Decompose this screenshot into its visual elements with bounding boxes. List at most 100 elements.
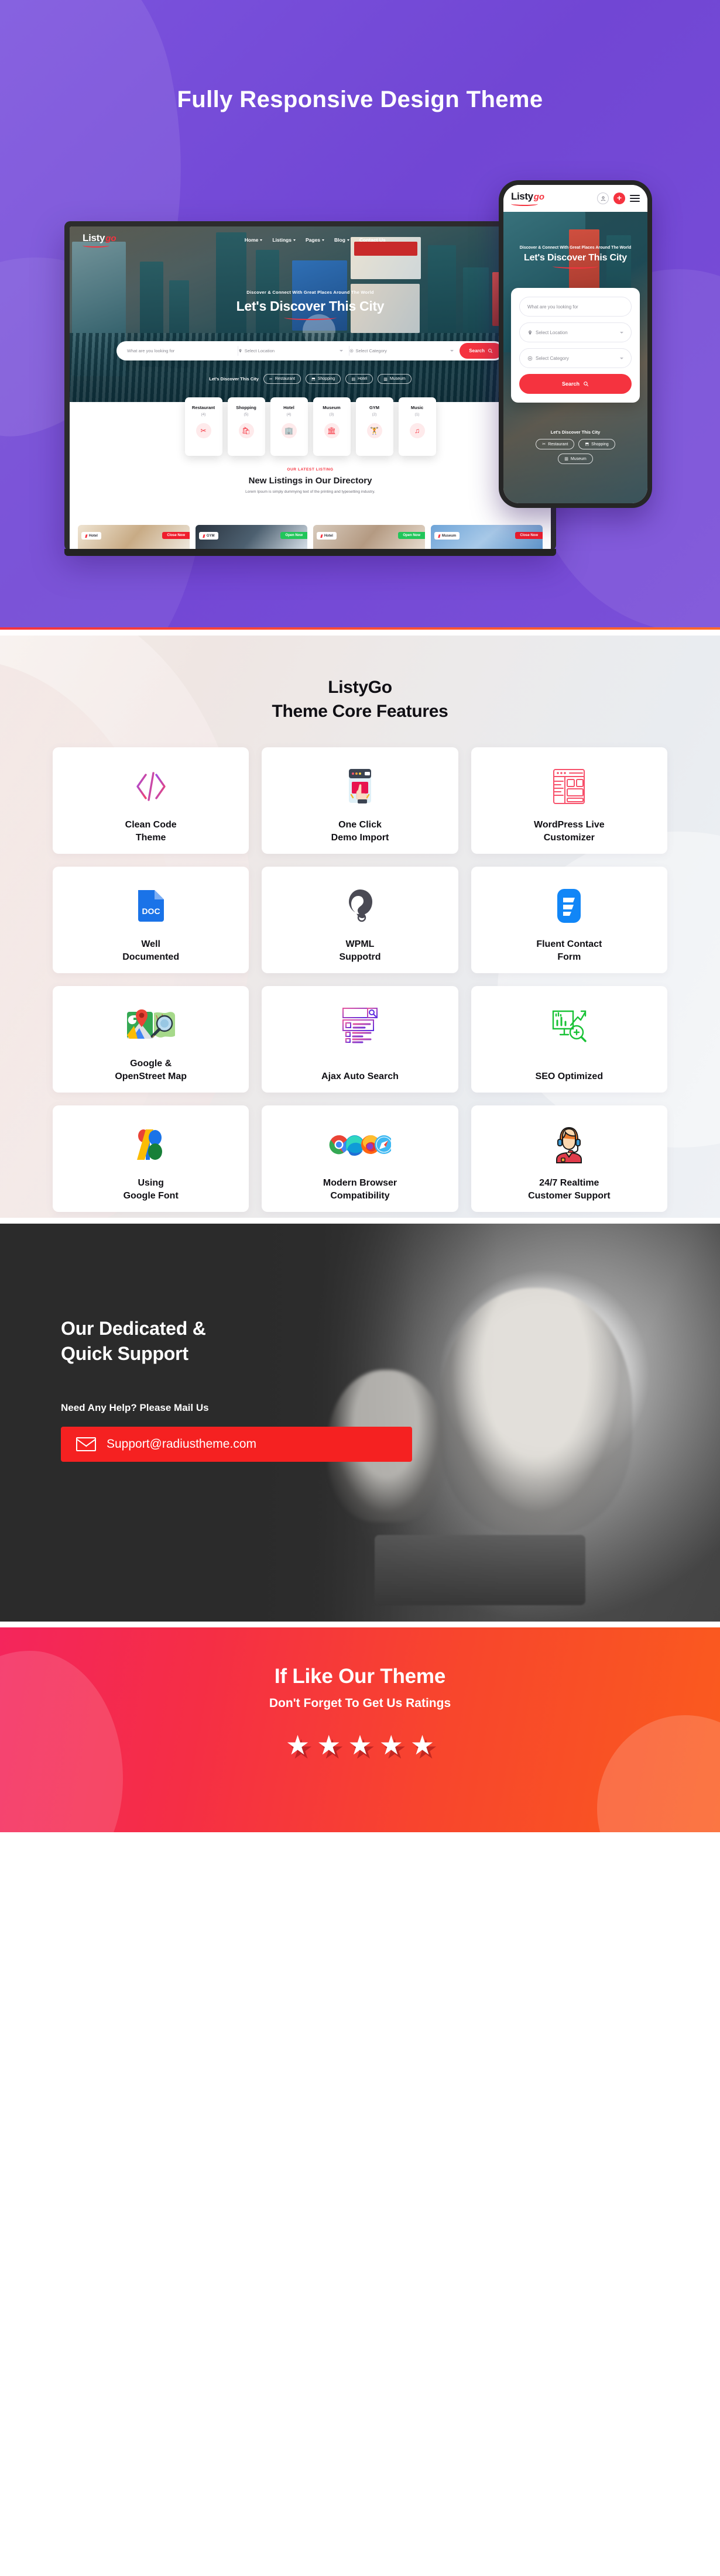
chip-label: Museum — [390, 377, 406, 381]
feature-label: Well Documented — [122, 938, 179, 964]
category-card[interactable]: Museum (3) 🏛 — [313, 397, 351, 456]
chevron-down-icon — [620, 332, 623, 334]
search-category-select[interactable]: Select Category — [349, 346, 460, 356]
category-card[interactable]: Music (1) ♫ — [399, 397, 436, 456]
search-location-select[interactable]: Select Location — [238, 346, 349, 356]
chip-label: Restaurant — [548, 442, 568, 446]
feature-card-one-click-demo-import[interactable]: One Click Demo Import — [262, 747, 458, 854]
star-icon[interactable]: ★ — [379, 1732, 403, 1758]
hamburger-menu-icon[interactable] — [630, 195, 640, 201]
feature-card-google-openstreet-map[interactable]: Google & OpenStreet Map — [53, 986, 249, 1093]
user-account-icon[interactable] — [597, 193, 609, 204]
listing-category-label: Hotel — [89, 534, 98, 538]
support-title: Our Dedicated & Quick Support — [61, 1316, 720, 1366]
chip-museum[interactable]: ▥Museum — [558, 454, 592, 464]
building-icon: 🏢 — [282, 423, 297, 438]
menu-label: Listings — [272, 237, 292, 243]
category-marker-icon: ▮ — [203, 534, 205, 538]
feature-label: Modern Browser Compatibility — [323, 1177, 397, 1203]
star-icon[interactable]: ★ — [317, 1732, 341, 1758]
listing-category-badge: ▮Museum — [434, 532, 460, 540]
feature-label: One Click Demo Import — [331, 819, 389, 844]
search-icon — [488, 348, 493, 353]
desktop-navbar: Listy go Home Listings Pages Blog Contac… — [70, 226, 551, 253]
feature-card-using-google-font[interactable]: Using Google Font — [53, 1105, 249, 1212]
hero-title: Fully Responsive Design Theme — [0, 0, 720, 113]
feature-card-wordpress-live-customizer[interactable]: WordPress Live Customizer — [471, 747, 667, 854]
desktop-category-cards: Restaurant (4) ✂ Shopping (5) 🛍 Hotel (4… — [70, 397, 551, 456]
mobile-search-button-label: Search — [562, 381, 580, 387]
feature-card-modern-browser-compatibility[interactable]: Modern Browser Compatibility — [262, 1105, 458, 1212]
feature-card-seo-optimized[interactable]: SEO Optimized — [471, 986, 667, 1093]
star-icon[interactable]: ★ — [286, 1732, 310, 1758]
listing-category-badge: ▮Hotel — [81, 532, 101, 540]
location-pin-icon — [238, 349, 242, 353]
envelope-icon — [76, 1437, 96, 1451]
mobile-logo[interactable]: Listy go — [511, 191, 544, 206]
menu-label: Home — [245, 237, 259, 243]
feature-card-247-realtime-customer-support[interactable]: 24/7 Realtime Customer Support — [471, 1105, 667, 1212]
desktop-latest-listing-header: OUR LATEST LISTING New Listings in Our D… — [70, 468, 551, 494]
category-card[interactable]: Shopping (5) 🛍 — [228, 397, 265, 456]
category-card[interactable]: GYM (2) 🏋 — [356, 397, 393, 456]
mobile-search-category-select[interactable]: Select Category — [519, 348, 632, 368]
chip-icon-museum: ▥ — [383, 377, 388, 382]
desktop-search-button[interactable]: Search — [460, 343, 502, 359]
desktop-hero-banner: Listy go Home Listings Pages Blog Contac… — [70, 226, 551, 402]
listing-status-badge: Open Now — [280, 532, 307, 539]
search-icon — [583, 381, 589, 387]
chip-label: Hotel — [358, 377, 367, 381]
latest-listing-heading: New Listings in Our Directory — [70, 476, 551, 486]
star-rating[interactable]: ★ ★ ★ ★ ★ — [0, 1732, 720, 1758]
menu-item-contact-us[interactable]: Contact Us — [359, 237, 386, 243]
menu-item-home[interactable]: Home — [245, 237, 263, 243]
listing-status-badge: Open Now — [398, 532, 425, 539]
chip-restaurant[interactable]: ✂Restaurant — [536, 439, 574, 449]
category-card[interactable]: Restaurant (4) ✂ — [185, 397, 222, 456]
google-fonts-icon — [134, 1123, 168, 1166]
support-section: Our Dedicated & Quick Support Need Any H… — [0, 1224, 720, 1622]
chip-shopping[interactable]: ⬒Shopping — [578, 439, 615, 449]
feature-card-ajax-auto-search[interactable]: Ajax Auto Search — [262, 986, 458, 1093]
search-keyword-input[interactable]: What are you looking for — [127, 346, 238, 356]
add-listing-plus-icon[interactable]: + — [613, 193, 625, 204]
chip-museum[interactable]: ▥Museum — [378, 374, 411, 384]
category-name: Restaurant — [192, 405, 215, 410]
menu-item-blog[interactable]: Blog — [334, 237, 349, 243]
menu-item-pages[interactable]: Pages — [306, 237, 324, 243]
mobile-chip-row-2: ▥Museum — [503, 454, 647, 464]
feature-card-wpml-supported[interactable]: WPML Suppotrd — [262, 867, 458, 973]
mobile-search-location-select[interactable]: Select Location — [519, 322, 632, 342]
menu-item-listings[interactable]: Listings — [272, 237, 296, 243]
listing-card[interactable]: ▮Museum Close Now — [431, 525, 543, 551]
chip-shopping[interactable]: ⬒Shopping — [306, 374, 341, 384]
listing-category-label: GYM — [207, 534, 215, 538]
feature-card-fluent-contact-form[interactable]: Fluent Contact Form — [471, 867, 667, 973]
listing-status-badge: Close Now — [162, 532, 190, 539]
listing-card[interactable]: ▮Hotel Open Now — [313, 525, 425, 551]
chip-label: Museum — [571, 457, 587, 461]
chip-hotel[interactable]: ▤Hotel — [345, 374, 373, 384]
star-icon[interactable]: ★ — [348, 1732, 372, 1758]
support-agent-icon — [552, 1123, 586, 1166]
mobile-chip-row-1: ✂Restaurant ⬒Shopping — [503, 439, 647, 449]
feature-label: Fluent Contact Form — [536, 938, 602, 964]
feature-card-well-documented[interactable]: DOC Well Documented — [53, 867, 249, 973]
section-divider-white — [0, 630, 720, 636]
feature-label: SEO Optimized — [536, 1070, 604, 1083]
fluent-forms-icon — [555, 884, 583, 928]
latest-listing-tag: OUR LATEST LISTING — [70, 468, 551, 472]
listing-card[interactable]: ▮Hotel Close Now — [78, 525, 190, 551]
listing-card[interactable]: ▮GYM Open Now — [196, 525, 307, 551]
logo-text: Listy — [511, 191, 533, 202]
support-email-button[interactable]: Support@radiustheme.com — [61, 1427, 412, 1462]
star-icon[interactable]: ★ — [410, 1732, 434, 1758]
feature-card-clean-code-theme[interactable]: Clean Code Theme — [53, 747, 249, 854]
desktop-logo[interactable]: Listy go — [83, 232, 116, 248]
mobile-search-button[interactable]: Search — [519, 374, 632, 394]
mobile-search-keyword-input[interactable]: What are you looking for — [519, 297, 632, 317]
category-card[interactable]: Hotel (4) 🏢 — [270, 397, 308, 456]
logo-suffix: go — [534, 192, 544, 202]
chip-icon-restaurant: ✂ — [542, 442, 546, 446]
chip-restaurant[interactable]: ✂Restaurant — [263, 374, 301, 384]
